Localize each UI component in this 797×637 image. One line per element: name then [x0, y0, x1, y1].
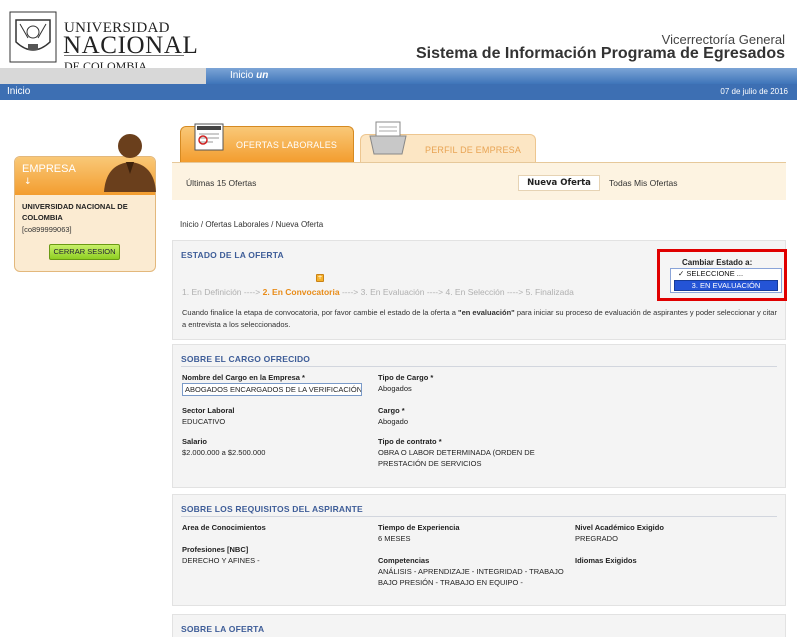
step-1: 1. En Definición: [182, 287, 242, 297]
sector-label: Sector Laboral: [182, 406, 235, 415]
step-arrow: ---->: [506, 287, 524, 297]
oferta-title: SOBRE LA OFERTA: [181, 624, 265, 634]
company-name: UNIVERSIDAD NACIONAL DE COLOMBIA: [22, 202, 128, 222]
salario-label: Salario: [182, 437, 208, 446]
nav-tab-label: Inicio: [230, 70, 254, 81]
profesiones-label: Profesiones [NBC]: [182, 545, 249, 554]
nombre-cargo-field[interactable]: ABOGADOS ENCARGADOS DE LA VERIFICACIÓN: [182, 383, 362, 396]
job-listing-icon: [194, 123, 224, 151]
last-15-offers-link[interactable]: Últimas 15 Ofertas: [186, 178, 256, 188]
step-arrow: ---->: [341, 287, 359, 297]
step-3: 3. En Evaluación: [360, 287, 425, 297]
cargo-title: SOBRE EL CARGO OFRECIDO: [181, 354, 311, 364]
dropdown-option-evaluacion[interactable]: 3. EN EVALUACIÓN: [674, 280, 778, 291]
breadcrumb: Inicio / Ofertas Laborales / Nueva Ofert…: [180, 220, 324, 229]
requisitos-panel: SOBRE LOS REQUISITOS DEL ASPIRANTE Area …: [172, 494, 786, 606]
idiomas-label: Idiomas Exigidos: [575, 556, 637, 565]
logout-button[interactable]: CERRAR SESION: [49, 244, 120, 260]
university-logo[interactable]: UNIVERSIDAD NACIONAL DE COLOMBIA: [8, 10, 198, 73]
estado-title: ESTADO DE LA OFERTA: [181, 250, 284, 260]
blue-bar: Inicio 07 de julio de 2016: [0, 84, 797, 100]
change-state-label: Cambiar Estado a:: [682, 258, 753, 267]
home-link[interactable]: Inicio: [7, 86, 30, 97]
down-arrow-icon: ↓: [24, 177, 32, 187]
sector-value: EDUCATIVO: [182, 417, 226, 426]
logo-divider: [64, 55, 184, 56]
nivel-label: Nivel Académico Exigido: [575, 523, 664, 532]
salario-value: $2.000.000 a $2.500.000: [182, 448, 266, 457]
top-nav: Inicio un: [0, 68, 797, 84]
oferta-panel: SOBRE LA OFERTA: [172, 614, 786, 637]
experiencia-label: Tiempo de Experiencia: [378, 523, 460, 532]
contrato-label: Tipo de contrato *: [378, 437, 442, 446]
step-arrow: ---->: [243, 287, 261, 297]
dropdown-option-select[interactable]: ✓ SELECCIONE ...: [674, 269, 778, 280]
tipo-cargo-value: Abogados: [378, 384, 412, 393]
estado-panel: ESTADO DE LA OFERTA + 1. En Definición -…: [172, 240, 787, 340]
experiencia-value: 6 MESES: [378, 534, 411, 543]
header: UNIVERSIDAD NACIONAL DE COLOMBIA Vicerre…: [0, 0, 797, 73]
cargo-label: Cargo *: [378, 406, 405, 415]
change-state-box: Cambiar Estado a: ✓ SELECCIONE ... 3. EN…: [657, 249, 787, 301]
nav-tab-inicio[interactable]: Inicio un: [206, 68, 797, 84]
profesiones-value: DERECHO Y AFINES -: [182, 556, 260, 565]
nivel-value: PREGRADO: [575, 534, 618, 543]
tipo-cargo-label: Tipo de Cargo *: [378, 373, 434, 382]
requisitos-divider: [181, 516, 777, 517]
system-name: Sistema de Información Programa de Egres…: [415, 45, 785, 62]
step-2: 2. En Convocatoria: [262, 287, 340, 297]
sub-navigation: Últimas 15 Ofertas Nueva Oferta Todas Mi…: [172, 162, 786, 200]
company-code: [co899999063]: [22, 225, 72, 234]
cargo-panel: SOBRE EL CARGO OFRECIDO Nombre del Cargo…: [172, 344, 786, 488]
state-steps: 1. En Definición ----> 2. En Convocatori…: [182, 287, 574, 297]
competencias-value: ANÁLISIS - APRENDIZAJE - INTEGRIDAD - TR…: [378, 567, 564, 587]
all-offers-link[interactable]: Todas Mis Ofertas: [609, 178, 678, 188]
step-4: 4. En Selección: [445, 287, 505, 297]
nombre-cargo-label: Nombre del Cargo en la Empresa *: [182, 373, 305, 382]
step-5: 5. Finalizada: [525, 287, 574, 297]
coat-of-arms-icon: [9, 11, 57, 63]
new-offer-tab[interactable]: Nueva Oferta: [518, 175, 600, 191]
user-silhouette-icon: [104, 134, 156, 192]
competencias-label: Competencias: [378, 556, 430, 565]
cargo-value: Abogado: [378, 417, 409, 426]
state-note: Cuando finalice la etapa de convocatoria…: [182, 308, 777, 329]
un-logo-text: un: [256, 70, 269, 81]
company-card-title: EMPRESA: [22, 163, 76, 175]
tab-ofertas-label: OFERTAS LABORALES: [236, 140, 338, 150]
cargo-divider: [181, 366, 777, 367]
tab-perfil-label: PERFIL DE EMPRESA: [425, 145, 522, 155]
requisitos-title: SOBRE LOS REQUISITOS DEL ASPIRANTE: [181, 504, 363, 514]
step-arrow: ---->: [426, 287, 444, 297]
contrato-value: OBRA O LABOR DETERMINADA (ORDEN DE PREST…: [378, 448, 535, 468]
area-label: Area de Conocimientos: [182, 523, 266, 532]
current-date: 07 de julio de 2016: [720, 87, 788, 96]
current-step-marker-icon: +: [316, 274, 324, 282]
company-profile-icon: [369, 121, 407, 155]
